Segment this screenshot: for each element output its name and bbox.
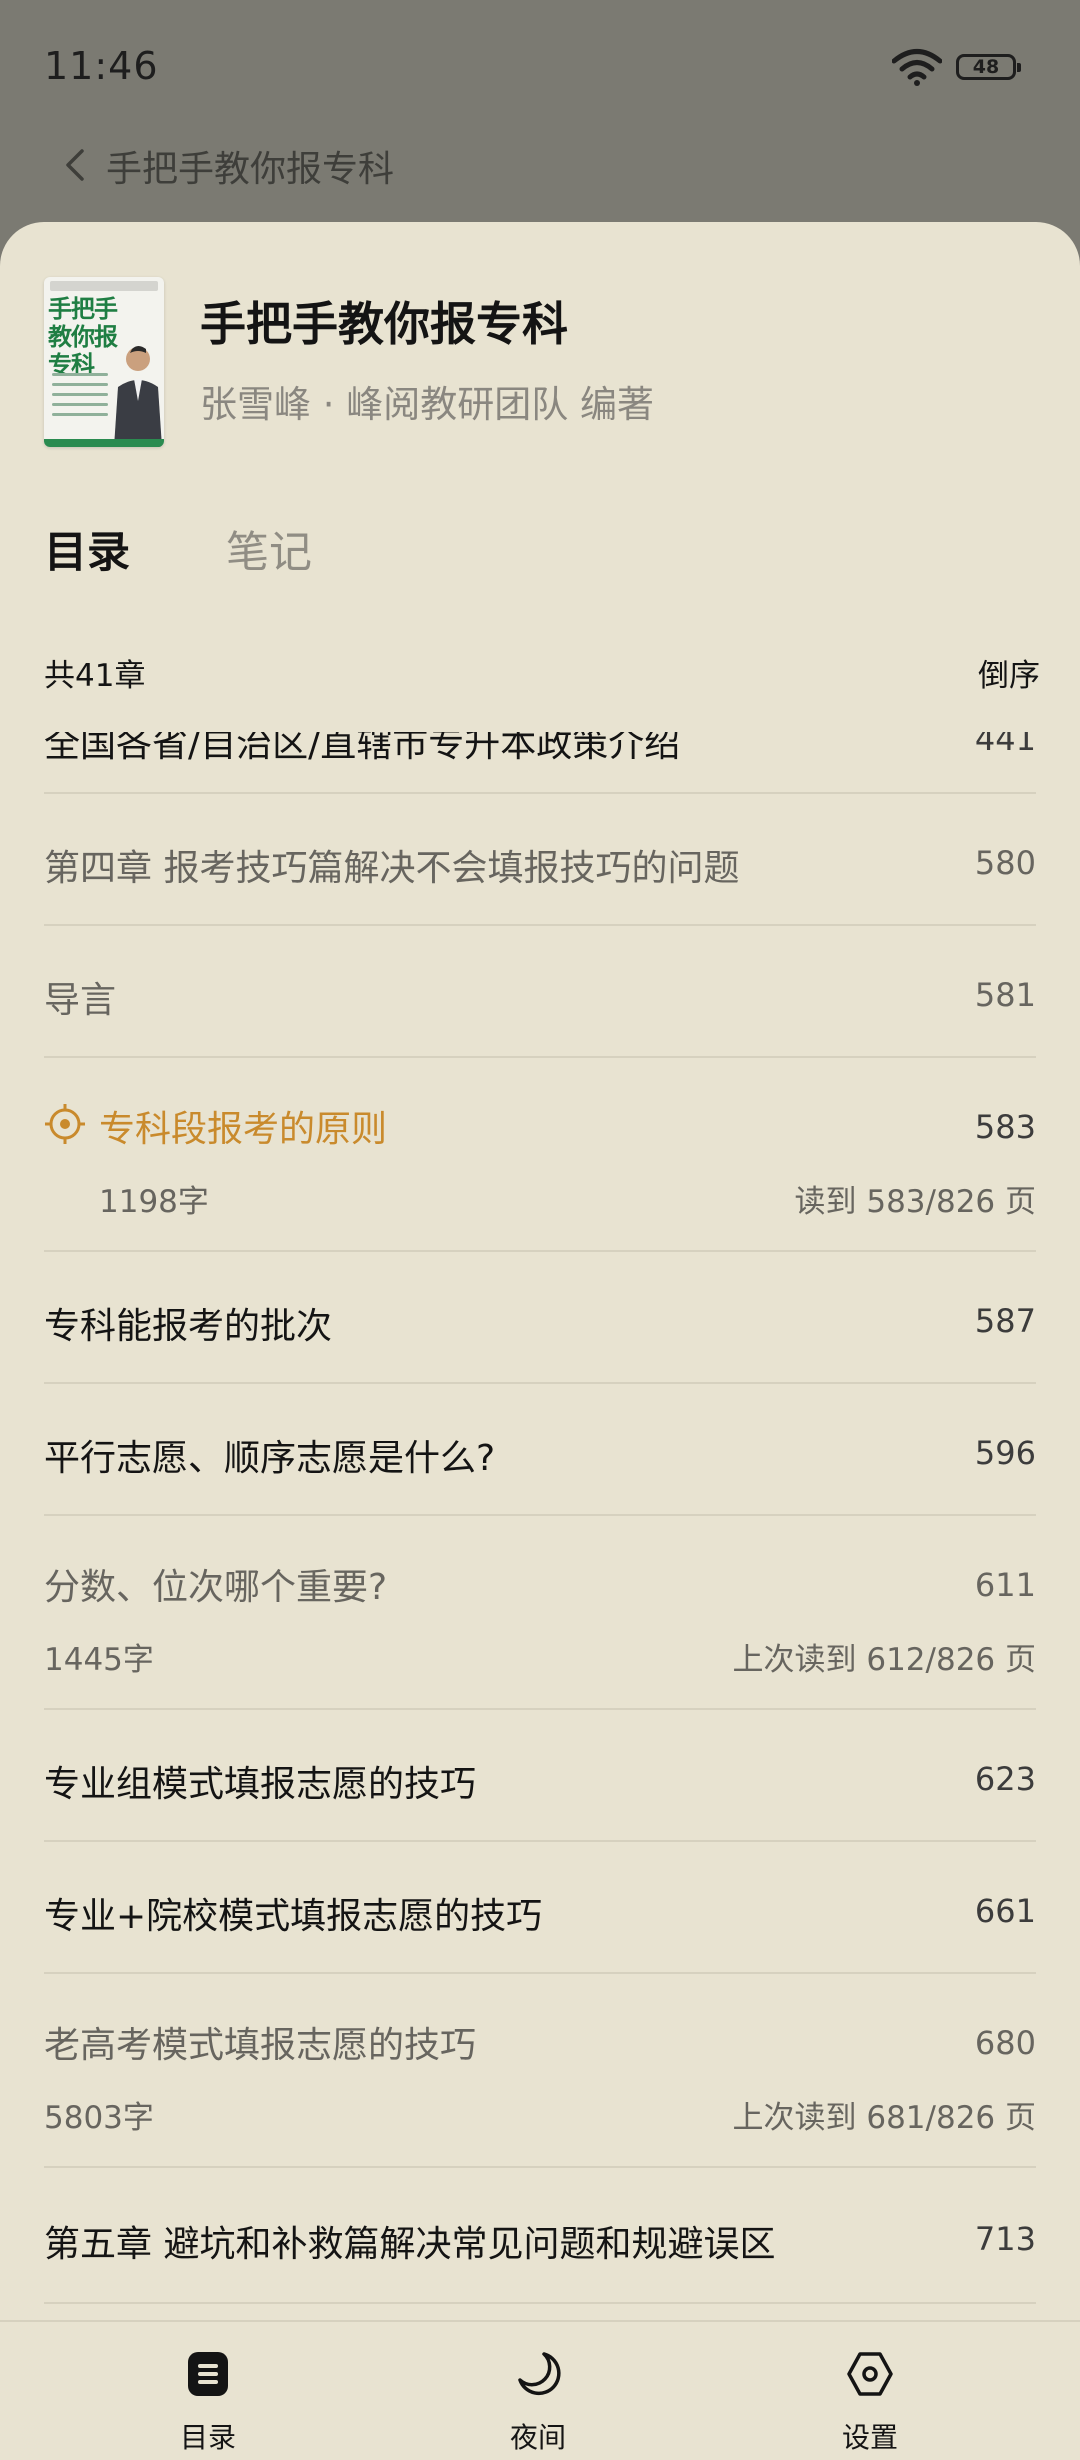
chapter-item[interactable]: 导言 581: [44, 926, 1036, 1058]
chapter-title: 专科段报考的原则: [99, 1109, 388, 1150]
chapter-item[interactable]: 专科能报考的批次 587: [44, 1252, 1036, 1384]
chapter-title: 专业组模式填报志愿的技巧: [44, 1764, 477, 1805]
background-page-title: 手把手教你报专科: [106, 149, 395, 190]
settings-icon: [847, 2352, 893, 2396]
chapter-title: 导言: [44, 980, 117, 1021]
chapter-page: 611: [974, 1566, 1036, 1604]
chapter-page: 661: [974, 1892, 1036, 1930]
chapter-item[interactable]: 专业组模式填报志愿的技巧 623: [44, 1710, 1036, 1842]
book-author: 张雪峰 · 峰阅教研团队 编著: [200, 383, 655, 426]
book-title: 手把手教你报专科: [200, 297, 568, 351]
chapter-word-count: 5803字: [44, 2100, 154, 2136]
nav-contents-label: 目录: [179, 2421, 236, 2454]
chapter-page: 713: [974, 2220, 1036, 2258]
nav-contents-button[interactable]: 目录: [108, 2322, 308, 2460]
chapter-page: 596: [974, 1434, 1036, 1472]
chapter-title: 第五章 避坑和补救篇解决常见问题和规避误区: [44, 2224, 776, 2265]
moon-icon: [518, 2352, 561, 2396]
wifi-icon: [892, 49, 942, 86]
chapter-item[interactable]: 专业+院校模式填报志愿的技巧 661: [44, 1842, 1036, 1974]
chapter-list: 全国各省/自治区/直辖市专升本政策介绍 441 第四章 报考技巧篇解决不会填报技…: [0, 732, 1080, 2342]
chapter-title: 分数、位次哪个重要?: [44, 1567, 388, 1608]
chapter-item[interactable]: 全国各省/自治区/直辖市专升本政策介绍 441: [44, 732, 1036, 794]
chapter-item-current[interactable]: 专科段报考的原则 583 1198字 读到 583/826 页: [44, 1058, 1036, 1252]
chapter-word-count: 1445字: [44, 1642, 154, 1678]
chapter-word-count: 1198字: [99, 1184, 209, 1220]
current-location-icon: [45, 1104, 85, 1144]
chapter-count: 共41章: [44, 658, 146, 694]
chapter-item[interactable]: 平行志愿、顺序志愿是什么? 596: [44, 1384, 1036, 1516]
chapter-item[interactable]: 老高考模式填报志愿的技巧 680 5803字 上次读到 681/826 页: [44, 1974, 1036, 2168]
reverse-order-button[interactable]: 倒序: [978, 650, 1040, 695]
status-bar: 11:46 48: [0, 0, 1080, 135]
chapter-item[interactable]: 第四章 报考技巧篇解决不会填报技巧的问题 580: [44, 794, 1036, 926]
chapter-read-progress: 上次读到 681/826 页: [732, 2100, 1037, 2136]
chapter-page: 587: [974, 1302, 1036, 1340]
book-cover: 手把手教你报专科: [44, 277, 164, 447]
bottom-nav: 目录 夜间 设置: [0, 2320, 1080, 2460]
chapter-title: 第四章 报考技巧篇解决不会填报技巧的问题: [44, 848, 740, 889]
battery-icon: 48: [956, 54, 1021, 80]
contents-icon: [188, 2352, 228, 2396]
chapter-page: 580: [974, 844, 1036, 882]
status-time: 11:46: [44, 44, 159, 88]
nav-settings-label: 设置: [841, 2421, 898, 2454]
tab-notes[interactable]: 笔记: [226, 518, 312, 580]
nav-settings-button[interactable]: 设置: [770, 2322, 970, 2460]
chapter-title: 平行志愿、顺序志愿是什么?: [44, 1438, 496, 1479]
chapter-page: 581: [974, 976, 1036, 1014]
chapter-title: 专科能报考的批次: [44, 1306, 333, 1347]
chapter-title: 老高考模式填报志愿的技巧: [44, 2025, 477, 2066]
tab-contents[interactable]: 目录: [44, 518, 130, 580]
chapter-read-progress: 上次读到 612/826 页: [732, 1642, 1037, 1678]
chapter-item[interactable]: 分数、位次哪个重要? 611 1445字 上次读到 612/826 页: [44, 1516, 1036, 1710]
chapter-title: 专业+院校模式填报志愿的技巧: [44, 1896, 543, 1937]
chapter-page: 623: [974, 1760, 1036, 1798]
author-portrait-image: [114, 346, 162, 447]
back-arrow-icon[interactable]: [58, 143, 92, 187]
chapter-item[interactable]: 第五章 避坑和补救篇解决常见问题和规避误区 713: [44, 2168, 1036, 2304]
chapter-page: 441: [974, 732, 1036, 758]
toc-sheet: 手把手教你报专科 手把手教你报专科 张雪峰 · 峰阅教研团队 编著 目录 笔记 …: [0, 222, 1080, 2460]
chapter-page: 583: [974, 1108, 1036, 1146]
nav-night-label: 夜间: [509, 2421, 566, 2454]
chapter-read-progress: 读到 583/826 页: [794, 1184, 1037, 1220]
nav-night-button[interactable]: 夜间: [438, 2322, 638, 2460]
chapter-title: 全国各省/自治区/直辖市专升本政策介绍: [44, 732, 681, 765]
chapter-page: 680: [974, 2024, 1036, 2062]
